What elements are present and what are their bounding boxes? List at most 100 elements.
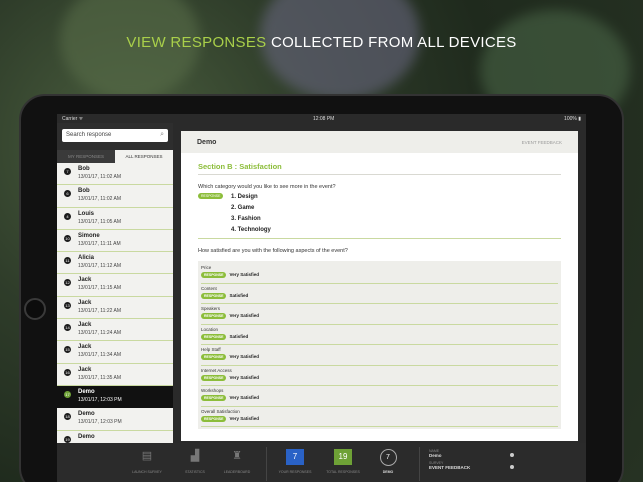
detail-title: Demo: [197, 138, 217, 146]
response-date: 13/01/17, 11:12 AM: [78, 263, 121, 270]
list-item[interactable]: 7 Bob 13/01/17, 11:02 AM: [57, 163, 173, 186]
headline-rest: COLLECTED FROM ALL DEVICES: [266, 34, 517, 51]
tab-statistics[interactable]: ▟ STATISTICS: [175, 449, 215, 474]
list-item[interactable]: 6 Bob 13/01/17, 11:02 AM: [57, 185, 173, 208]
response-date: 13/01/17, 11:24 AM: [78, 330, 121, 337]
response-badge: RESPONSE: [201, 354, 227, 360]
aspect-answer: RESPONSE Satisfied: [201, 333, 558, 340]
tab-my-responses[interactable]: MY RESPONSES: [57, 150, 115, 163]
aspect-answer: RESPONSE Satisfied: [201, 292, 558, 299]
tab-label: DEMO: [382, 470, 394, 474]
answer-text: Very Satisfied: [229, 354, 259, 360]
response-badge: RESPONSE: [201, 313, 227, 319]
detail-header: Demo EVENT FEEDBACK: [181, 131, 578, 153]
info-survey-row[interactable]: EVENT FEEDBACK: [429, 465, 514, 470]
response-badge: RESPONSE: [201, 415, 227, 422]
response-number: 15: [64, 346, 71, 354]
battery-text: 100% ▮: [564, 115, 581, 122]
choice-item: 4. Technology: [231, 227, 271, 233]
section-divider: [198, 174, 561, 175]
response-detail: Demo EVENT FEEDBACK Section B : Satisfac…: [181, 131, 578, 441]
your-responses-count[interactable]: 7 YOUR RESPONSES: [275, 449, 315, 474]
search-placeholder: Search response: [66, 132, 112, 138]
trophy-icon: ♜: [232, 450, 242, 462]
carrier-text: Carrier ᯤ: [62, 115, 84, 122]
headline: VIEW RESPONSES COLLECTED FROM ALL DEVICE…: [0, 34, 643, 51]
aspect-label: Speakers: [201, 306, 221, 311]
list-item[interactable]: 13 Jack 13/01/17, 11:22 AM: [57, 297, 173, 320]
choice-item: 3. Fashion: [231, 216, 261, 222]
list-item[interactable]: 10 Simone 13/01/17, 11:11 AM: [57, 230, 173, 253]
list-item[interactable]: 12 Jack 13/01/17, 11:15 AM: [57, 274, 173, 297]
list-item[interactable]: 11 Alicia 13/01/17, 11:12 AM: [57, 252, 173, 275]
response-date: 13/01/17, 11:15 AM: [78, 285, 121, 292]
category-answer: RESPONSE 1. Design 2. Game 3. Fashion 4.…: [198, 192, 578, 236]
response-badge: RESPONSE: [201, 272, 227, 278]
aspect-label: Location: [201, 326, 219, 332]
info-name-value: Demo: [429, 453, 442, 458]
table-row: Overall Satisfaction RESPONSE Very Satisfi…: [201, 407, 558, 427]
list-item[interactable]: 16 Jack 13/01/17, 11:35 AM: [57, 364, 173, 386]
status-bar: Carrier ᯤ 12:08 PM 100% ▮: [57, 114, 586, 123]
list-item[interactable]: 15 Jack 13/01/17, 11:34 AM: [57, 341, 173, 364]
respondent-name: Louis: [78, 210, 94, 217]
tab-all-responses[interactable]: ALL RESPONSES: [115, 150, 173, 163]
respondent-name: Jack: [78, 277, 92, 284]
info-survey-value: EVENT FEEDBACK: [429, 465, 471, 470]
table-row: Price RESPONSE Very Satisfied: [201, 263, 558, 284]
table-row: Location RESPONSE Satisfied: [201, 325, 558, 345]
response-number: 19: [64, 435, 71, 443]
choice-item: 1. Design: [231, 194, 258, 200]
your-responses-number: 7: [286, 449, 304, 465]
respondent-name: Demo: [78, 388, 95, 395]
total-responses-count[interactable]: 19 TOTAL RESPONSES: [323, 449, 363, 474]
search-input[interactable]: Search response ⌕: [62, 129, 168, 142]
bottom-tab-bar: ▤ LAUNCH SURVEY ▟ STATISTICS ♜ LEADERBOA…: [57, 443, 586, 482]
answer-text: Very Satisfied: [229, 395, 259, 401]
aspect-label: Overall Satisfaction: [201, 408, 240, 414]
radio-icon: [510, 453, 514, 457]
response-date: 13/01/17, 12:03 PM: [78, 419, 122, 426]
response-badge: RESPONSE: [201, 292, 227, 299]
response-badge: RESPONSE: [201, 395, 227, 401]
response-number: 14: [64, 324, 71, 332]
response-number: 7: [64, 168, 71, 175]
respondent-name: Demo: [78, 433, 95, 440]
answer-text: Satisfied: [229, 292, 249, 298]
respondent-name: Jack: [78, 299, 92, 306]
info-name-row[interactable]: Demo: [429, 453, 514, 458]
response-date: 13/01/17, 11:02 AM: [78, 174, 121, 180]
respondent-name: Demo: [78, 411, 95, 418]
response-badge: RESPONSE: [201, 333, 227, 340]
clock-text: 12:08 PM: [312, 115, 335, 122]
respondent-name: Jack: [78, 366, 92, 373]
list-item[interactable]: 4 Louis 13/01/17, 11:05 AM: [57, 208, 173, 230]
tab-leaderboard[interactable]: ♜ LEADERBOARD: [217, 449, 257, 474]
list-item[interactable]: 18 Demo 13/01/17, 12:03 PM: [57, 408, 173, 431]
response-number: 11: [64, 257, 71, 265]
home-button[interactable]: [24, 298, 46, 320]
aspect-label: Workshops: [201, 388, 224, 393]
tab-label: LEADERBOARD: [223, 470, 251, 474]
answer-text: Very Satisfied: [229, 374, 259, 380]
search-icon[interactable]: ⌕: [160, 131, 164, 139]
tab-launch-survey[interactable]: ▤ LAUNCH SURVEY: [127, 449, 167, 474]
response-date: 13/01/17, 11:34 AM: [78, 352, 121, 359]
list-item[interactable]: 14 Jack 13/01/17, 11:24 AM: [57, 319, 173, 342]
table-row: Speakers RESPONSE Very Satisfied: [201, 304, 558, 325]
answer-text: Very Satisfied: [229, 415, 259, 421]
aspect-answer: RESPONSE Very Satisfied: [201, 395, 558, 401]
response-number: 18: [64, 413, 71, 421]
respondent-name: Alicia: [78, 255, 95, 262]
survey-tag: EVENT FEEDBACK: [521, 139, 562, 145]
response-number: 16: [64, 368, 71, 376]
question-category: Which category would you like to see mor…: [198, 184, 336, 190]
answer-text: Satisfied: [229, 333, 249, 339]
responses-segmented-control: MY RESPONSES ALL RESPONSES: [57, 150, 173, 163]
aspect-label: Content: [201, 285, 217, 291]
list-item[interactable]: 17 Demo 13/01/17, 12:03 PM: [57, 385, 173, 409]
response-badge: RESPONSE: [198, 193, 224, 199]
demo-survey-badge[interactable]: 7 DEMO: [368, 449, 408, 474]
response-date: 13/01/17, 12:03 PM: [78, 396, 122, 403]
response-number: 13: [64, 301, 71, 309]
